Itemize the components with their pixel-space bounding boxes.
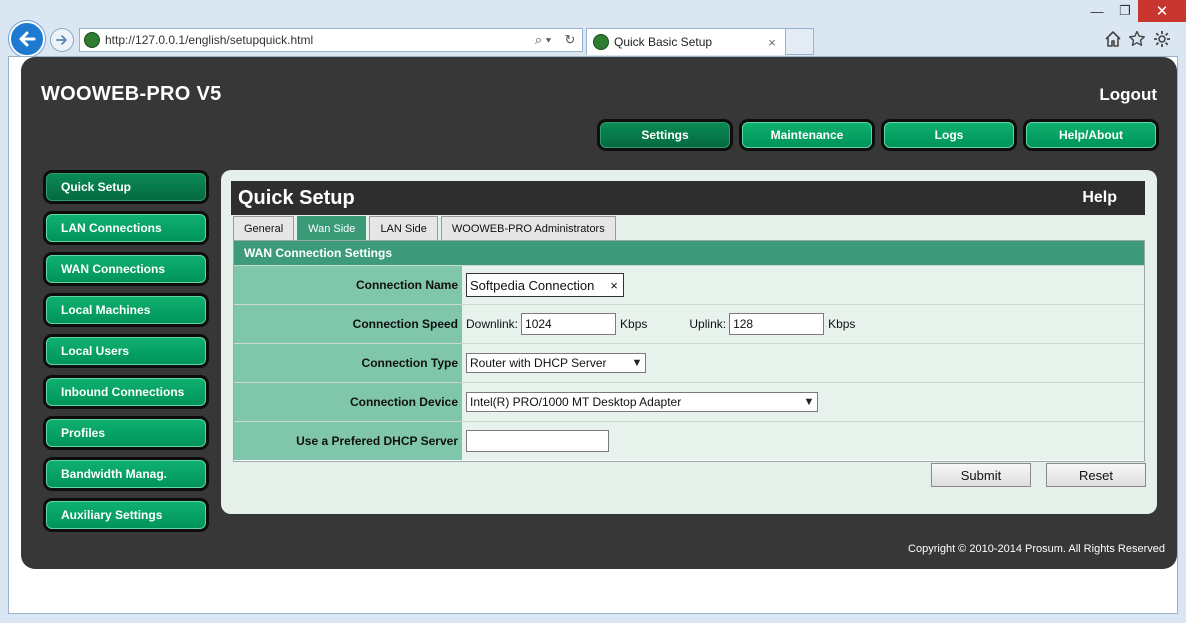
address-bar[interactable]: http://127.0.0.1/english/setupquick.html… bbox=[79, 28, 583, 52]
uplink-unit: Kbps bbox=[828, 317, 856, 331]
content-panel: Quick Setup Help General Wan Side LAN Si… bbox=[221, 170, 1157, 514]
nav-maintenance-button[interactable]: Maintenance bbox=[739, 119, 875, 151]
connection-name-label: Connection Name bbox=[234, 266, 462, 304]
sidebar-item-label: LAN Connections bbox=[46, 214, 206, 242]
window-minimize-button[interactable]: — bbox=[1082, 0, 1112, 22]
new-tab-button[interactable] bbox=[786, 28, 814, 55]
tab-administrators[interactable]: WOOWEB-PRO Administrators bbox=[440, 216, 616, 240]
dhcp-server-input[interactable] bbox=[466, 430, 609, 452]
form-row-connection-name: Connection Name Softpedia Connection × bbox=[234, 265, 1144, 304]
nav-help-about-button[interactable]: Help/About bbox=[1023, 119, 1159, 151]
favorites-star-icon[interactable] bbox=[1128, 30, 1146, 48]
sidebar-item-label: Local Machines bbox=[46, 296, 206, 324]
gear-icon[interactable] bbox=[1153, 30, 1171, 48]
window-close-button[interactable]: ✕ bbox=[1138, 0, 1186, 22]
sidebar-item-label: Inbound Connections bbox=[46, 378, 206, 406]
tab-title: Quick Basic Setup bbox=[614, 35, 713, 49]
panel-header: Quick Setup Help bbox=[231, 181, 1145, 215]
connection-name-value: Softpedia Connection bbox=[470, 277, 595, 293]
form-row-dhcp-server: Use a Prefered DHCP Server bbox=[234, 421, 1144, 460]
logout-link[interactable]: Logout bbox=[1099, 85, 1157, 105]
page-title: Quick Setup bbox=[238, 187, 355, 209]
connection-device-label: Connection Device bbox=[234, 383, 462, 421]
settings-tabs: General Wan Side LAN Side WOOWEB-PRO Adm… bbox=[233, 216, 619, 240]
uplink-input[interactable] bbox=[729, 313, 825, 335]
sidebar-item-label: Local Users bbox=[46, 337, 206, 365]
tab-lan-side[interactable]: LAN Side bbox=[369, 216, 438, 240]
nav-logs-button[interactable]: Logs bbox=[881, 119, 1017, 151]
back-button[interactable] bbox=[9, 21, 45, 57]
form-row-connection-device: Connection Device Intel(R) PRO/1000 MT D… bbox=[234, 382, 1144, 421]
downlink-unit: Kbps bbox=[620, 317, 648, 331]
tab-general[interactable]: General bbox=[233, 216, 295, 240]
page-viewport: WOOWEB-PRO V5 Logout Settings Maintenanc… bbox=[8, 56, 1178, 614]
connection-device-cell: Intel(R) PRO/1000 MT Desktop Adapter ▼ bbox=[462, 383, 1144, 421]
uplink-label: Uplink: bbox=[689, 317, 727, 331]
sidebar-item-lan-connections[interactable]: LAN Connections bbox=[43, 211, 209, 245]
sidebar-item-label: Quick Setup bbox=[46, 173, 206, 201]
sidebar-item-quick-setup[interactable]: Quick Setup bbox=[43, 170, 209, 204]
nav-settings-label: Settings bbox=[600, 122, 730, 148]
arrow-right-icon bbox=[56, 35, 67, 45]
forward-button[interactable] bbox=[50, 28, 74, 52]
chevron-down-icon: ▼ bbox=[803, 396, 815, 408]
home-icon[interactable] bbox=[1104, 30, 1122, 48]
arrow-left-icon bbox=[19, 31, 36, 47]
connection-type-label: Connection Type bbox=[234, 344, 462, 382]
address-url[interactable]: http://127.0.0.1/english/setupquick.html bbox=[105, 33, 528, 47]
sidebar-item-label: Profiles bbox=[46, 419, 206, 447]
nav-settings-button[interactable]: Settings bbox=[597, 119, 733, 151]
refresh-icon[interactable]: ↻ bbox=[562, 32, 578, 48]
submit-button[interactable]: Submit bbox=[931, 463, 1031, 487]
window-maximize-button[interactable]: ❐ bbox=[1112, 0, 1138, 22]
dhcp-server-cell bbox=[462, 422, 1144, 460]
downlink-input[interactable] bbox=[521, 313, 617, 335]
help-link[interactable]: Help bbox=[1082, 189, 1117, 207]
connection-name-cell: Softpedia Connection × bbox=[462, 266, 1144, 304]
form-section-title: WAN Connection Settings bbox=[234, 241, 1144, 265]
copyright-text: Copyright © 2010-2014 Prosum. All Rights… bbox=[908, 543, 1165, 555]
wan-settings-form: WAN Connection Settings Connection Name … bbox=[233, 240, 1145, 462]
connection-type-value: Router with DHCP Server bbox=[470, 356, 607, 370]
sidebar-item-label: Auxiliary Settings bbox=[46, 501, 206, 529]
dhcp-server-label: Use a Prefered DHCP Server bbox=[234, 422, 462, 460]
sidebar-item-label: Bandwidth Manag. bbox=[46, 460, 206, 488]
sidebar-item-bandwidth[interactable]: Bandwidth Manag. bbox=[43, 457, 209, 491]
connection-speed-label: Connection Speed bbox=[234, 305, 462, 343]
clear-input-icon[interactable]: × bbox=[605, 278, 623, 293]
chevron-down-icon: ▼ bbox=[631, 357, 643, 369]
sidebar-item-profiles[interactable]: Profiles bbox=[43, 416, 209, 450]
sidebar-item-wan-connections[interactable]: WAN Connections bbox=[43, 252, 209, 286]
form-row-connection-type: Connection Type Router with DHCP Server … bbox=[234, 343, 1144, 382]
sidebar-item-inbound-connections[interactable]: Inbound Connections bbox=[43, 375, 209, 409]
connection-type-cell: Router with DHCP Server ▼ bbox=[462, 344, 1144, 382]
app-frame: WOOWEB-PRO V5 Logout Settings Maintenanc… bbox=[21, 57, 1177, 569]
connection-type-select[interactable]: Router with DHCP Server ▼ bbox=[466, 353, 646, 373]
connection-device-value: Intel(R) PRO/1000 MT Desktop Adapter bbox=[470, 395, 682, 409]
downlink-label: Downlink: bbox=[466, 317, 519, 331]
browser-tab[interactable]: Quick Basic Setup × bbox=[586, 28, 786, 55]
connection-name-input[interactable]: Softpedia Connection × bbox=[466, 273, 624, 297]
connection-speed-cell: Downlink: Kbps Uplink: Kbps bbox=[462, 305, 1144, 343]
search-dropdown-icon[interactable]: ⌕ ▾ bbox=[528, 32, 558, 48]
nav-logs-label: Logs bbox=[884, 122, 1014, 148]
form-row-connection-speed: Connection Speed Downlink: Kbps Uplink: … bbox=[234, 304, 1144, 343]
sidebar-item-local-users[interactable]: Local Users bbox=[43, 334, 209, 368]
connection-device-select[interactable]: Intel(R) PRO/1000 MT Desktop Adapter ▼ bbox=[466, 392, 818, 412]
tab-close-icon[interactable]: × bbox=[765, 35, 779, 50]
tab-wan-side[interactable]: Wan Side bbox=[297, 216, 367, 240]
nav-help-about-label: Help/About bbox=[1026, 122, 1156, 148]
app-title: WOOWEB-PRO V5 bbox=[41, 83, 222, 105]
tab-favicon-icon bbox=[593, 34, 609, 50]
site-favicon-icon bbox=[84, 32, 100, 48]
reset-button[interactable]: Reset bbox=[1046, 463, 1146, 487]
nav-maintenance-label: Maintenance bbox=[742, 122, 872, 148]
browser-chrome: — ❐ ✕ http://127.0.0.1/english/setupquic… bbox=[0, 0, 1186, 57]
sidebar-item-local-machines[interactable]: Local Machines bbox=[43, 293, 209, 327]
sidebar-item-label: WAN Connections bbox=[46, 255, 206, 283]
sidebar-item-auxiliary-settings[interactable]: Auxiliary Settings bbox=[43, 498, 209, 532]
